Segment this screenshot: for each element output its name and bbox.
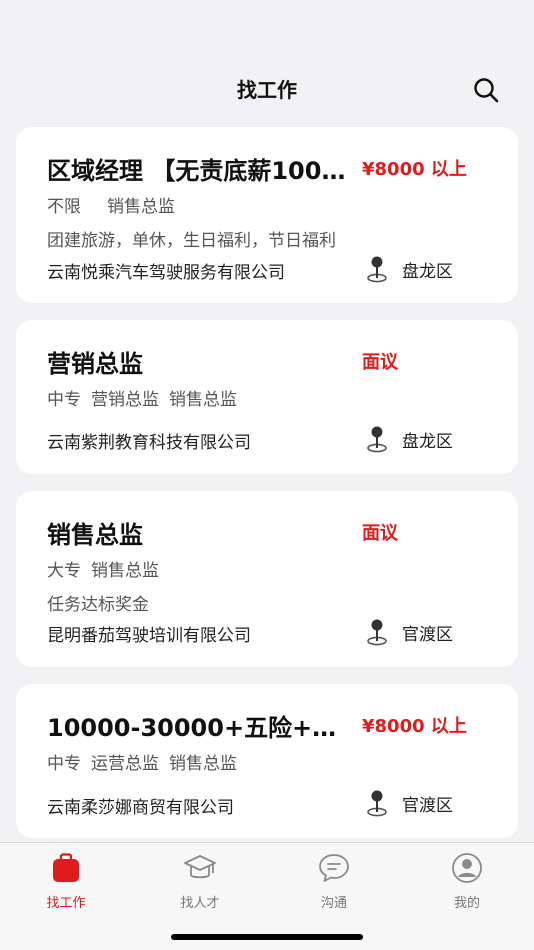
job-tag-category: 销售总监 — [169, 754, 237, 774]
job-tag-category: 销售总监 — [107, 197, 175, 217]
job-location: 官渡区 — [366, 618, 506, 646]
job-tag-category: 运营总监 — [91, 754, 159, 774]
tab-find-job[interactable]: 找工作 — [16, 851, 116, 911]
map-pin-icon — [367, 426, 387, 453]
tab-profile[interactable]: 我的 — [417, 851, 517, 911]
company-name: 云南紫荆教育科技有限公司 — [47, 433, 251, 453]
job-title: 销售总监 — [47, 521, 143, 549]
company-name: 云南柔莎娜商贸有限公司 — [47, 798, 234, 818]
tab-label: 我的 — [453, 896, 480, 911]
job-tag-category: 营销总监 — [91, 390, 159, 410]
chat-bubble-icon — [319, 854, 349, 882]
tab-chat[interactable]: 沟通 — [284, 851, 384, 911]
location-text: 盘龙区 — [402, 431, 453, 452]
job-tag-category: 销售总监 — [91, 561, 159, 581]
briefcase-icon — [53, 853, 79, 882]
map-pin-icon — [367, 619, 387, 646]
job-tags: 中专 营销总监 销售总监 — [47, 385, 247, 410]
tab-label: 找工作 — [46, 896, 86, 911]
job-tags: 中专 运营总监 销售总监 — [47, 749, 247, 774]
location-text: 盘龙区 — [402, 261, 453, 282]
job-salary: 面议 — [362, 352, 398, 373]
job-title: 区域经理 【无责底薪10000+提成】 — [47, 157, 347, 185]
job-title: 营销总监 — [47, 350, 143, 378]
company-name: 昆明番茄驾驶培训有限公司 — [47, 626, 251, 646]
job-tag-education: 中专 — [47, 754, 81, 774]
tab-find-talent[interactable]: 找人才 — [150, 851, 250, 911]
map-pin-icon — [367, 256, 387, 283]
job-tags: 大专 销售总监 — [47, 556, 169, 581]
user-icon — [452, 853, 482, 883]
job-card[interactable]: 销售总监 面议 大专 销售总监 任务达标奖金 昆明番茄驾驶培训有限公司 官渡区 — [16, 491, 518, 667]
job-salary: 面议 — [362, 523, 398, 544]
company-name: 云南悦乘汽车驾驶服务有限公司 — [47, 263, 285, 283]
job-tag-education: 大专 — [47, 561, 81, 581]
job-location: 盘龙区 — [366, 425, 506, 453]
graduation-cap-icon — [184, 855, 216, 879]
job-tags: 不限 销售总监 — [47, 192, 185, 217]
job-salary: ¥8000 以上 — [362, 159, 467, 180]
job-card[interactable]: 营销总监 面议 中专 营销总监 销售总监 云南紫荆教育科技有限公司 盘龙区 — [16, 320, 518, 474]
job-location: 盘龙区 — [366, 255, 506, 283]
job-card[interactable]: 区域经理 【无责底薪10000+提成】 ¥8000 以上 不限 销售总监 团建旅游… — [16, 127, 518, 303]
job-location: 官渡区 — [366, 789, 506, 817]
job-tag-education: 不限 — [47, 197, 81, 217]
top-navigation-bar: 找工作 — [0, 0, 534, 122]
page-title: 找工作 — [237, 78, 297, 102]
tab-label: 找人才 — [180, 896, 220, 911]
job-card[interactable]: 10000-30000+五险+双休 ¥8000 以上 中专 运营总监 销售总监 云南… — [16, 684, 518, 838]
location-text: 官渡区 — [402, 624, 453, 645]
job-benefits: 任务达标奖金 — [47, 595, 149, 615]
job-tag-category: 销售总监 — [169, 390, 237, 410]
home-indicator — [171, 934, 363, 940]
tab-label: 沟通 — [320, 896, 347, 911]
location-text: 官渡区 — [402, 795, 453, 816]
search-icon[interactable] — [472, 76, 500, 104]
job-salary: ¥8000 以上 — [362, 716, 467, 737]
job-benefits: 团建旅游，单休，生日福利，节日福利 — [47, 231, 336, 251]
map-pin-icon — [367, 790, 387, 817]
job-tag-education: 中专 — [47, 390, 81, 410]
job-title: 10000-30000+五险+双休 — [47, 714, 347, 742]
